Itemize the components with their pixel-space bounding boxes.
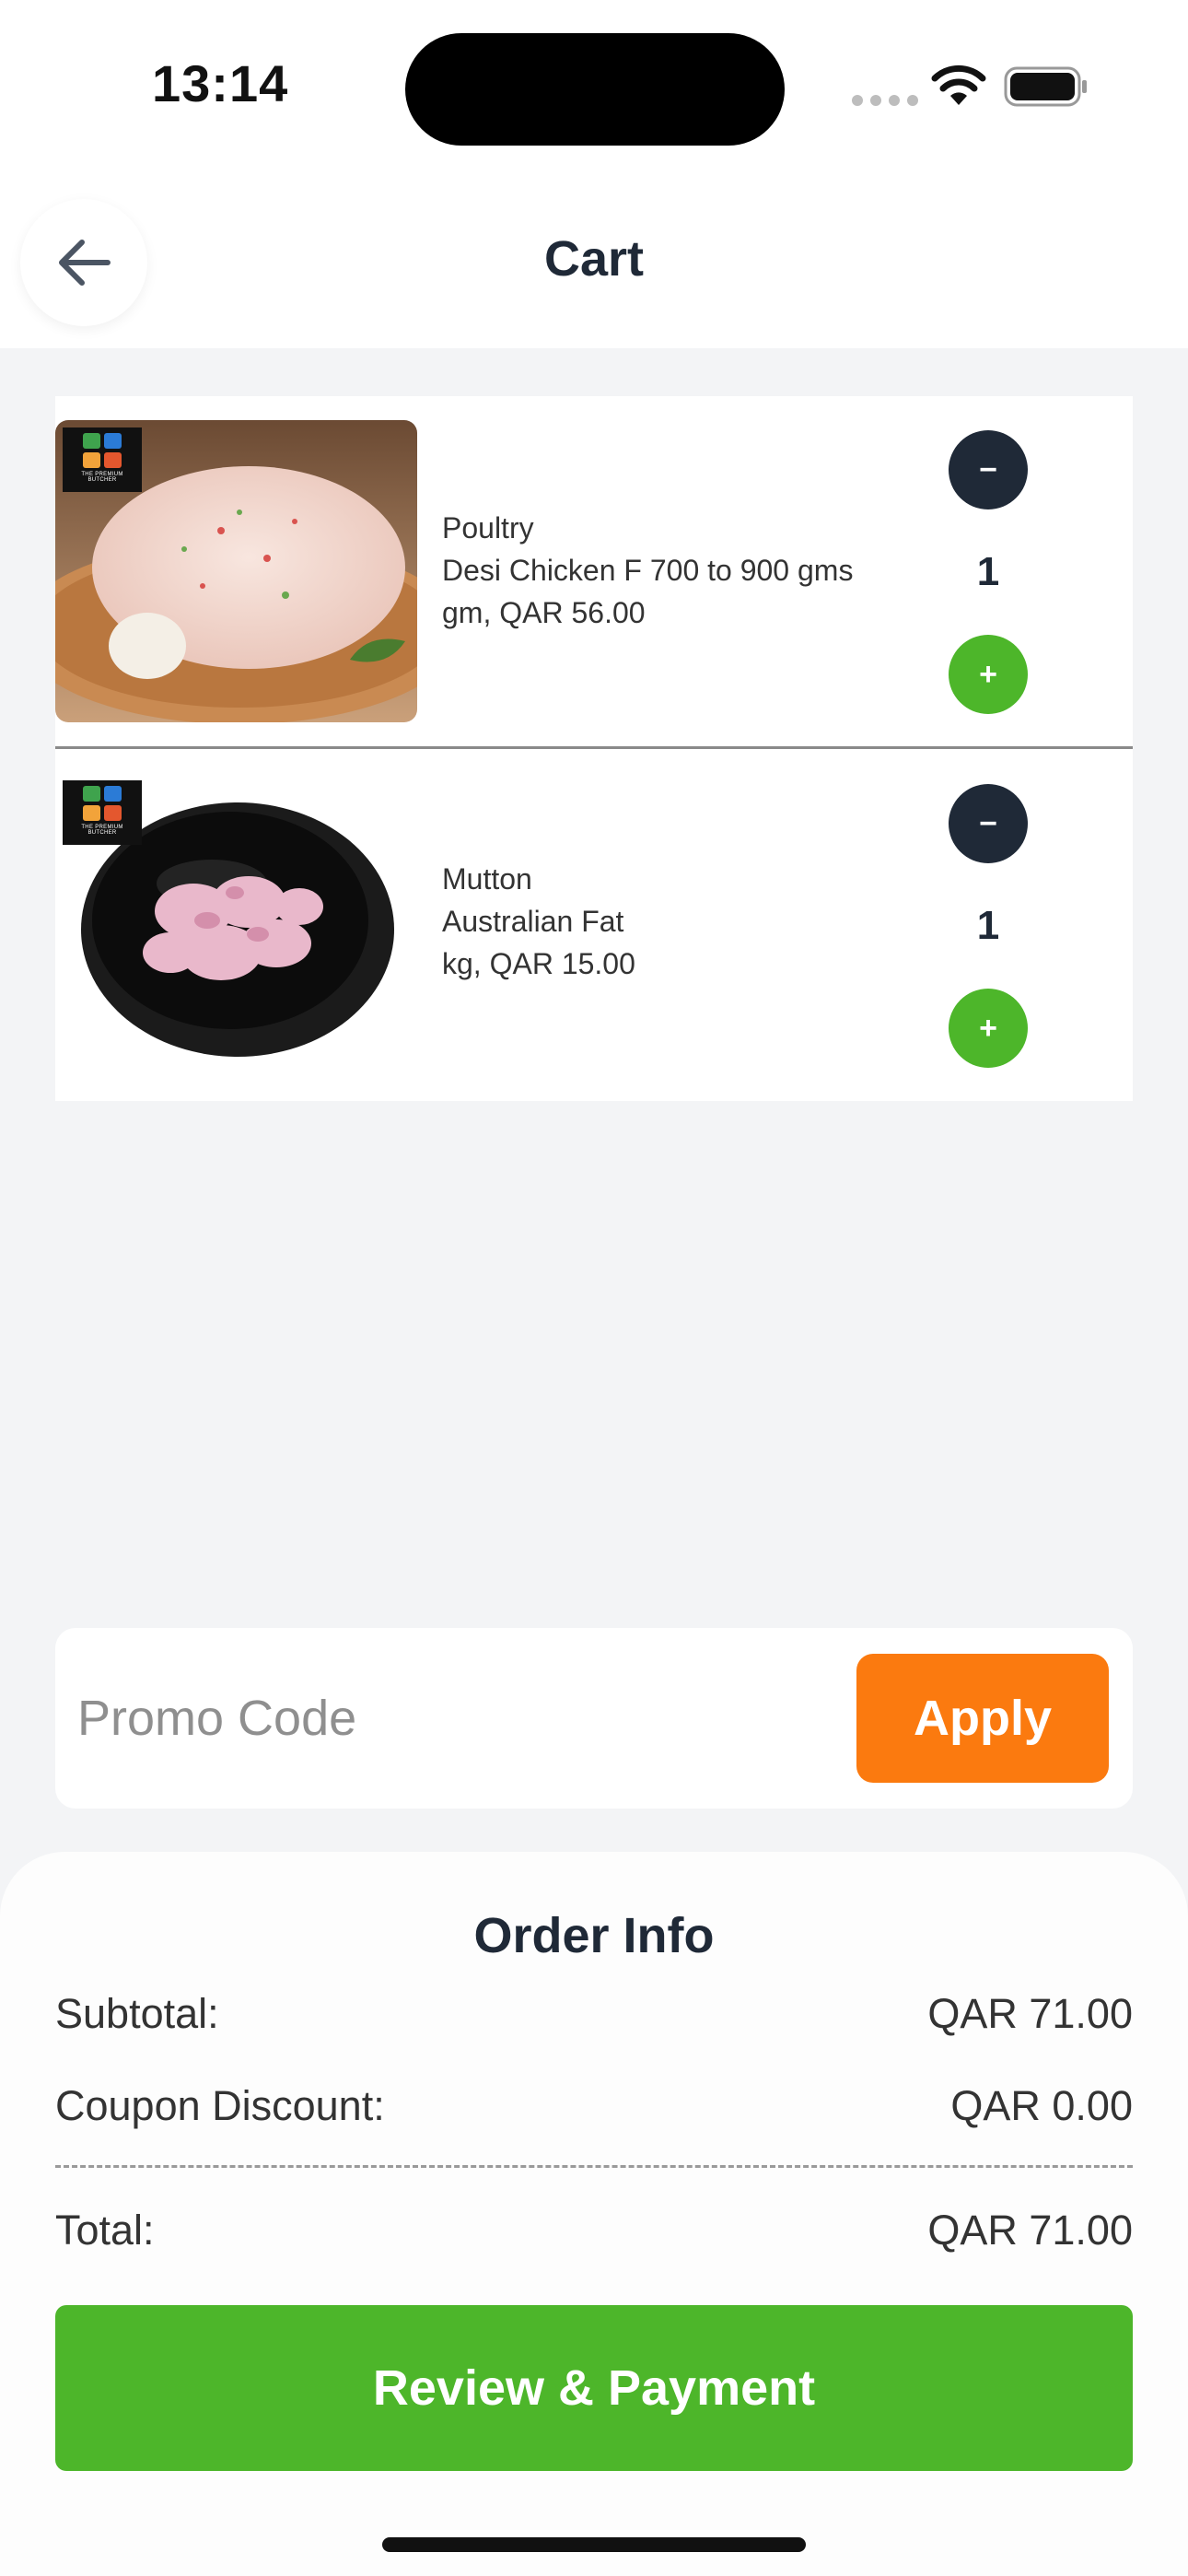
cart-item: THE PREMIUM BUTCHER Poultry Desi Chicken…	[55, 396, 1133, 749]
minus-icon: −	[979, 805, 997, 841]
quantity-value: 1	[976, 903, 1000, 948]
decrease-quantity-button[interactable]: −	[949, 784, 1028, 863]
brand-logo: THE PREMIUM BUTCHER	[63, 780, 142, 845]
product-image-chicken: THE PREMIUM BUTCHER	[55, 420, 417, 722]
order-info-panel: Order Info Subtotal: QAR 71.00 Coupon Di…	[0, 1852, 1188, 2576]
brand-logo: THE PREMIUM BUTCHER	[63, 427, 142, 492]
item-price: kg, QAR 15.00	[442, 947, 635, 980]
cart-list: THE PREMIUM BUTCHER Poultry Desi Chicken…	[55, 396, 1133, 1101]
coupon-discount-value: QAR 0.00	[950, 2082, 1133, 2129]
coupon-discount-row: Coupon Discount: QAR 0.00	[55, 2082, 1133, 2130]
wifi-icon	[931, 64, 986, 105]
plus-icon: +	[979, 1010, 997, 1046]
item-name: Australian Fat	[442, 905, 624, 938]
battery-icon	[1004, 66, 1087, 107]
item-name: Desi Chicken F 700 to 900 gms	[442, 554, 854, 587]
increase-quantity-button[interactable]: +	[949, 989, 1028, 1068]
decrease-quantity-button[interactable]: −	[949, 430, 1028, 509]
cellular-signal-icon	[852, 95, 918, 106]
home-indicator	[382, 2537, 806, 2552]
cart-item: THE PREMIUM BUTCHER Mutton Australian Fa…	[55, 749, 1133, 1101]
subtotal-label: Subtotal:	[55, 1990, 219, 2037]
subtotal-value: QAR 71.00	[927, 1990, 1133, 2037]
total-row: Total: QAR 71.00	[55, 2207, 1133, 2254]
quantity-value: 1	[976, 549, 1000, 594]
item-details: Poultry Desi Chicken F 700 to 900 gms gm…	[442, 507, 958, 634]
subtotal-row: Subtotal: QAR 71.00	[55, 1990, 1133, 2038]
quantity-stepper: − 1 +	[949, 784, 1028, 1068]
plus-icon: +	[979, 656, 997, 692]
product-image-mutton: THE PREMIUM BUTCHER	[55, 773, 417, 1075]
order-info-title: Order Info	[473, 1908, 715, 1963]
dashed-divider	[55, 2165, 1133, 2168]
item-details: Mutton Australian Fat kg, QAR 15.00	[442, 858, 958, 985]
top-bar: 13:14 Cart	[0, 0, 1188, 348]
total-value: QAR 71.00	[927, 2207, 1133, 2254]
promo-code-input[interactable]	[77, 1669, 869, 1768]
apply-button[interactable]: Apply	[856, 1654, 1109, 1783]
promo-code-box: Apply	[55, 1628, 1133, 1809]
item-price: gm, QAR 56.00	[442, 596, 646, 629]
status-time: 13:14	[152, 54, 289, 112]
increase-quantity-button[interactable]: +	[949, 635, 1028, 714]
quantity-stepper: − 1 +	[949, 430, 1028, 714]
dynamic-island	[405, 33, 785, 146]
page-title: Cart	[543, 231, 645, 287]
total-label: Total:	[55, 2207, 155, 2254]
minus-icon: −	[979, 451, 997, 487]
item-category: Poultry	[442, 511, 534, 544]
item-category: Mutton	[442, 862, 532, 896]
coupon-discount-label: Coupon Discount:	[55, 2082, 385, 2129]
review-payment-button[interactable]: Review & Payment	[55, 2305, 1133, 2471]
